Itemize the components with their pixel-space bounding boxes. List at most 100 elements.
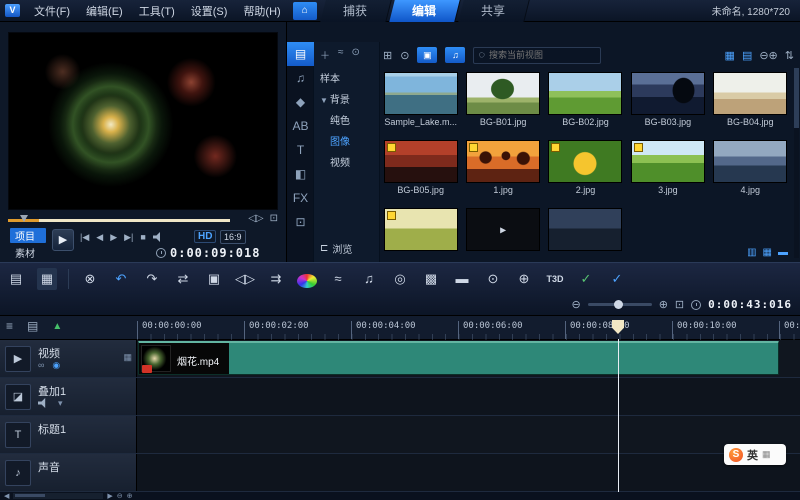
next-frame-icon[interactable]: ▶: [110, 232, 117, 243]
add-folder-icon[interactable]: ＋: [320, 47, 330, 62]
graphic-category-icon[interactable]: ◆: [287, 90, 314, 114]
track-options-icon[interactable]: ▦: [123, 352, 132, 363]
zoom-out-icon[interactable]: ⊖: [571, 298, 580, 311]
split-clip-icon[interactable]: ◁▷: [235, 268, 255, 290]
zoom-slider-handle[interactable]: [614, 300, 623, 309]
timeline-view-icon[interactable]: ▤: [6, 268, 26, 290]
sync-icon[interactable]: ⊙: [400, 49, 409, 62]
library-item[interactable]: 4.jpg: [711, 140, 790, 208]
menu-settings[interactable]: 设置(S): [183, 3, 236, 19]
show-audio-icon[interactable]: ♫: [445, 47, 465, 63]
prev-frame-icon[interactable]: ◀: [96, 232, 103, 243]
transition-category-icon[interactable]: AB: [287, 114, 314, 138]
thumb-view-icon[interactable]: ▦: [725, 49, 735, 62]
library-item[interactable]: [463, 208, 542, 262]
library-item[interactable]: [546, 208, 625, 262]
filter-photo-icon[interactable]: ▦: [763, 247, 772, 258]
tab-share[interactable]: 共享: [458, 0, 529, 22]
zoom-slider[interactable]: [588, 303, 652, 306]
scrub-marker-icon[interactable]: [20, 215, 28, 222]
hd-badge[interactable]: HD: [194, 230, 216, 243]
check-blue-icon[interactable]: ✓: [607, 268, 627, 290]
path-category-icon[interactable]: ⊡: [287, 210, 314, 234]
track-content-video[interactable]: 烟花.mp4: [137, 340, 800, 377]
track-manager-icon[interactable]: ▤: [27, 319, 38, 333]
overlay-category-icon[interactable]: ◧: [287, 162, 314, 186]
nav-sample[interactable]: 样本: [314, 67, 379, 88]
wave-editor-icon[interactable]: ≈: [328, 268, 348, 290]
library-item[interactable]: 1.jpg: [463, 140, 542, 208]
chevron-down-icon[interactable]: ▾: [58, 398, 63, 409]
preview-video[interactable]: [8, 32, 278, 210]
track-list-icon[interactable]: ≡: [6, 319, 13, 333]
timeline-clip-fireworks[interactable]: 烟花.mp4: [138, 341, 779, 375]
library-item[interactable]: BG-B01.jpg: [463, 72, 542, 140]
zoom-out-small-icon[interactable]: ⊖: [117, 492, 123, 500]
tracking-icon[interactable]: ⊕: [514, 268, 534, 290]
track-content-title[interactable]: [137, 416, 800, 453]
track-header-title[interactable]: T 标题1: [0, 416, 137, 453]
motion-track-icon[interactable]: ⊙: [483, 268, 503, 290]
add-track-icon[interactable]: ▲: [52, 321, 62, 332]
library-item[interactable]: Sample_Lake.m...: [381, 72, 460, 140]
mode-project-button[interactable]: 项目: [10, 228, 46, 243]
filter-video-icon[interactable]: ▥: [747, 247, 756, 258]
track-audio-icon[interactable]: [38, 398, 50, 408]
redo-icon[interactable]: ↷: [142, 268, 162, 290]
library-item[interactable]: BG-B02.jpg: [546, 72, 625, 140]
library-item[interactable]: BG-B04.jpg: [711, 72, 790, 140]
track-header-voice[interactable]: ♪ 声音: [0, 454, 137, 491]
pin-icon[interactable]: ⊙: [352, 47, 360, 62]
ime-badge[interactable]: S 英 ▦: [724, 444, 786, 465]
nav-image[interactable]: 图像: [314, 130, 379, 151]
draw-icon[interactable]: ◉: [52, 360, 60, 371]
playhead-line[interactable]: [618, 339, 619, 492]
multicam-icon[interactable]: ▩: [421, 268, 441, 290]
ripple-edit-icon[interactable]: ⇄: [173, 268, 193, 290]
menu-edit[interactable]: 编辑(E): [78, 3, 131, 19]
import-media-icon[interactable]: ⊞: [383, 49, 392, 62]
zoom-in-small-icon[interactable]: ⊕: [127, 492, 133, 500]
scroll-left-icon[interactable]: ◀: [4, 492, 9, 500]
search-input[interactable]: [489, 50, 589, 60]
title-category-icon[interactable]: T: [287, 138, 314, 162]
sort-icon[interactable]: ⇅: [785, 49, 794, 62]
home-icon[interactable]: ⌂: [293, 2, 317, 20]
track-content-voice[interactable]: [137, 454, 800, 491]
timeline-ruler[interactable]: 00:00:00:00 00:00:02:00 00:00:04:00 00:0…: [137, 316, 800, 340]
color-wheel-icon[interactable]: [297, 274, 317, 288]
mask-creator-icon[interactable]: ◎: [390, 268, 410, 290]
nav-solid-color[interactable]: 纯色: [314, 109, 379, 130]
nav-video[interactable]: 视频: [314, 151, 379, 172]
go-end-icon[interactable]: ▶|: [124, 232, 133, 243]
play-button[interactable]: ▶: [52, 229, 74, 251]
filter-audio-icon[interactable]: ▬: [778, 247, 788, 258]
time-remap-icon[interactable]: ⇉: [266, 268, 286, 290]
audio-category-icon[interactable]: ♫: [287, 66, 314, 90]
library-item[interactable]: BG-B03.jpg: [628, 72, 707, 140]
enlarge-preview-icon[interactable]: ⊡: [270, 213, 278, 224]
show-photos-icon[interactable]: ▣: [417, 47, 437, 63]
music-tool-icon[interactable]: ♫: [359, 268, 379, 290]
size-slider-icon[interactable]: ⊖⊕: [759, 49, 777, 62]
ime-menu-icon[interactable]: ▦: [762, 449, 771, 460]
title-3d-icon[interactable]: T3D: [545, 268, 565, 290]
library-item[interactable]: [381, 208, 460, 262]
tab-capture[interactable]: 捕获: [320, 0, 391, 22]
link-icon[interactable]: ∞: [38, 360, 44, 371]
undo-icon[interactable]: ↶: [111, 268, 131, 290]
volume-icon[interactable]: [153, 232, 165, 242]
zoom-in-icon[interactable]: ⊕: [659, 298, 668, 311]
split-clip-icon[interactable]: ◁▷: [248, 213, 263, 224]
menu-file[interactable]: 文件(F): [26, 3, 78, 19]
library-scrollbar[interactable]: [794, 68, 799, 258]
pan-zoom-icon[interactable]: ▣: [204, 268, 224, 290]
nav-background[interactable]: ▼背景: [314, 88, 379, 109]
scroll-right-icon[interactable]: ▶: [107, 492, 112, 500]
aspect-ratio-badge[interactable]: 16:9: [220, 230, 246, 244]
library-item[interactable]: 3.jpg: [628, 140, 707, 208]
stop-icon[interactable]: ■: [140, 232, 145, 243]
check-green-icon[interactable]: ✓: [576, 268, 596, 290]
scrub-bar[interactable]: [8, 219, 230, 222]
track-content-overlay[interactable]: [137, 378, 800, 415]
